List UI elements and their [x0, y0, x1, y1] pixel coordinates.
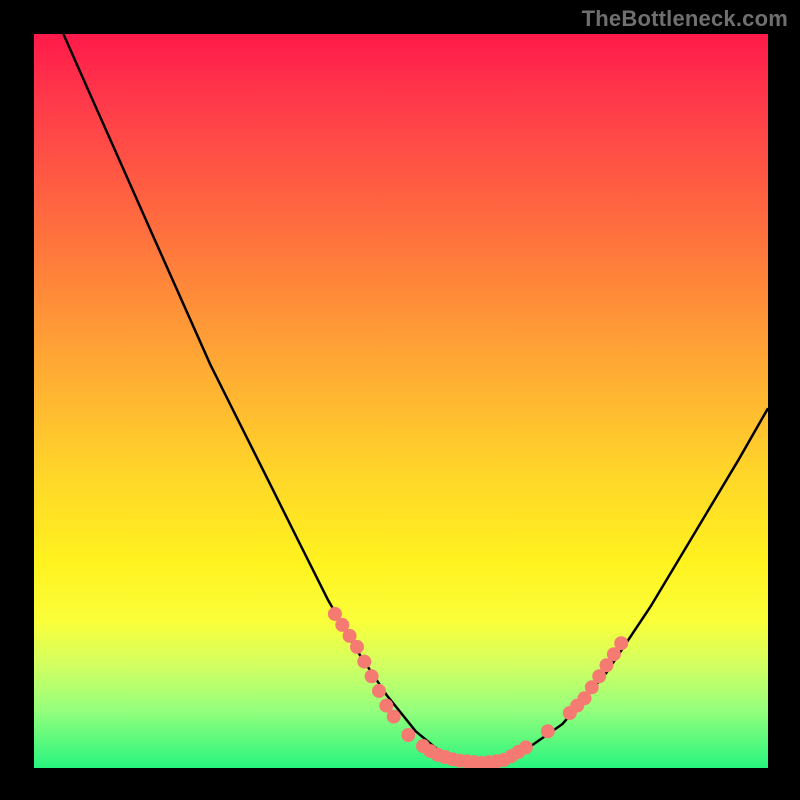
- marker-layer: [328, 607, 628, 768]
- bottleneck-curve: [34, 34, 768, 763]
- data-marker: [350, 640, 364, 654]
- data-marker: [372, 684, 386, 698]
- data-marker: [365, 669, 379, 683]
- data-marker: [401, 728, 415, 742]
- app-frame: TheBottleneck.com: [0, 0, 800, 800]
- curve-layer: [34, 34, 768, 763]
- data-marker: [519, 740, 533, 754]
- data-marker: [357, 655, 371, 669]
- bottleneck-chart: [34, 34, 768, 768]
- data-marker: [387, 710, 401, 724]
- data-marker: [541, 724, 555, 738]
- data-marker: [614, 636, 628, 650]
- attribution-watermark: TheBottleneck.com: [582, 6, 788, 32]
